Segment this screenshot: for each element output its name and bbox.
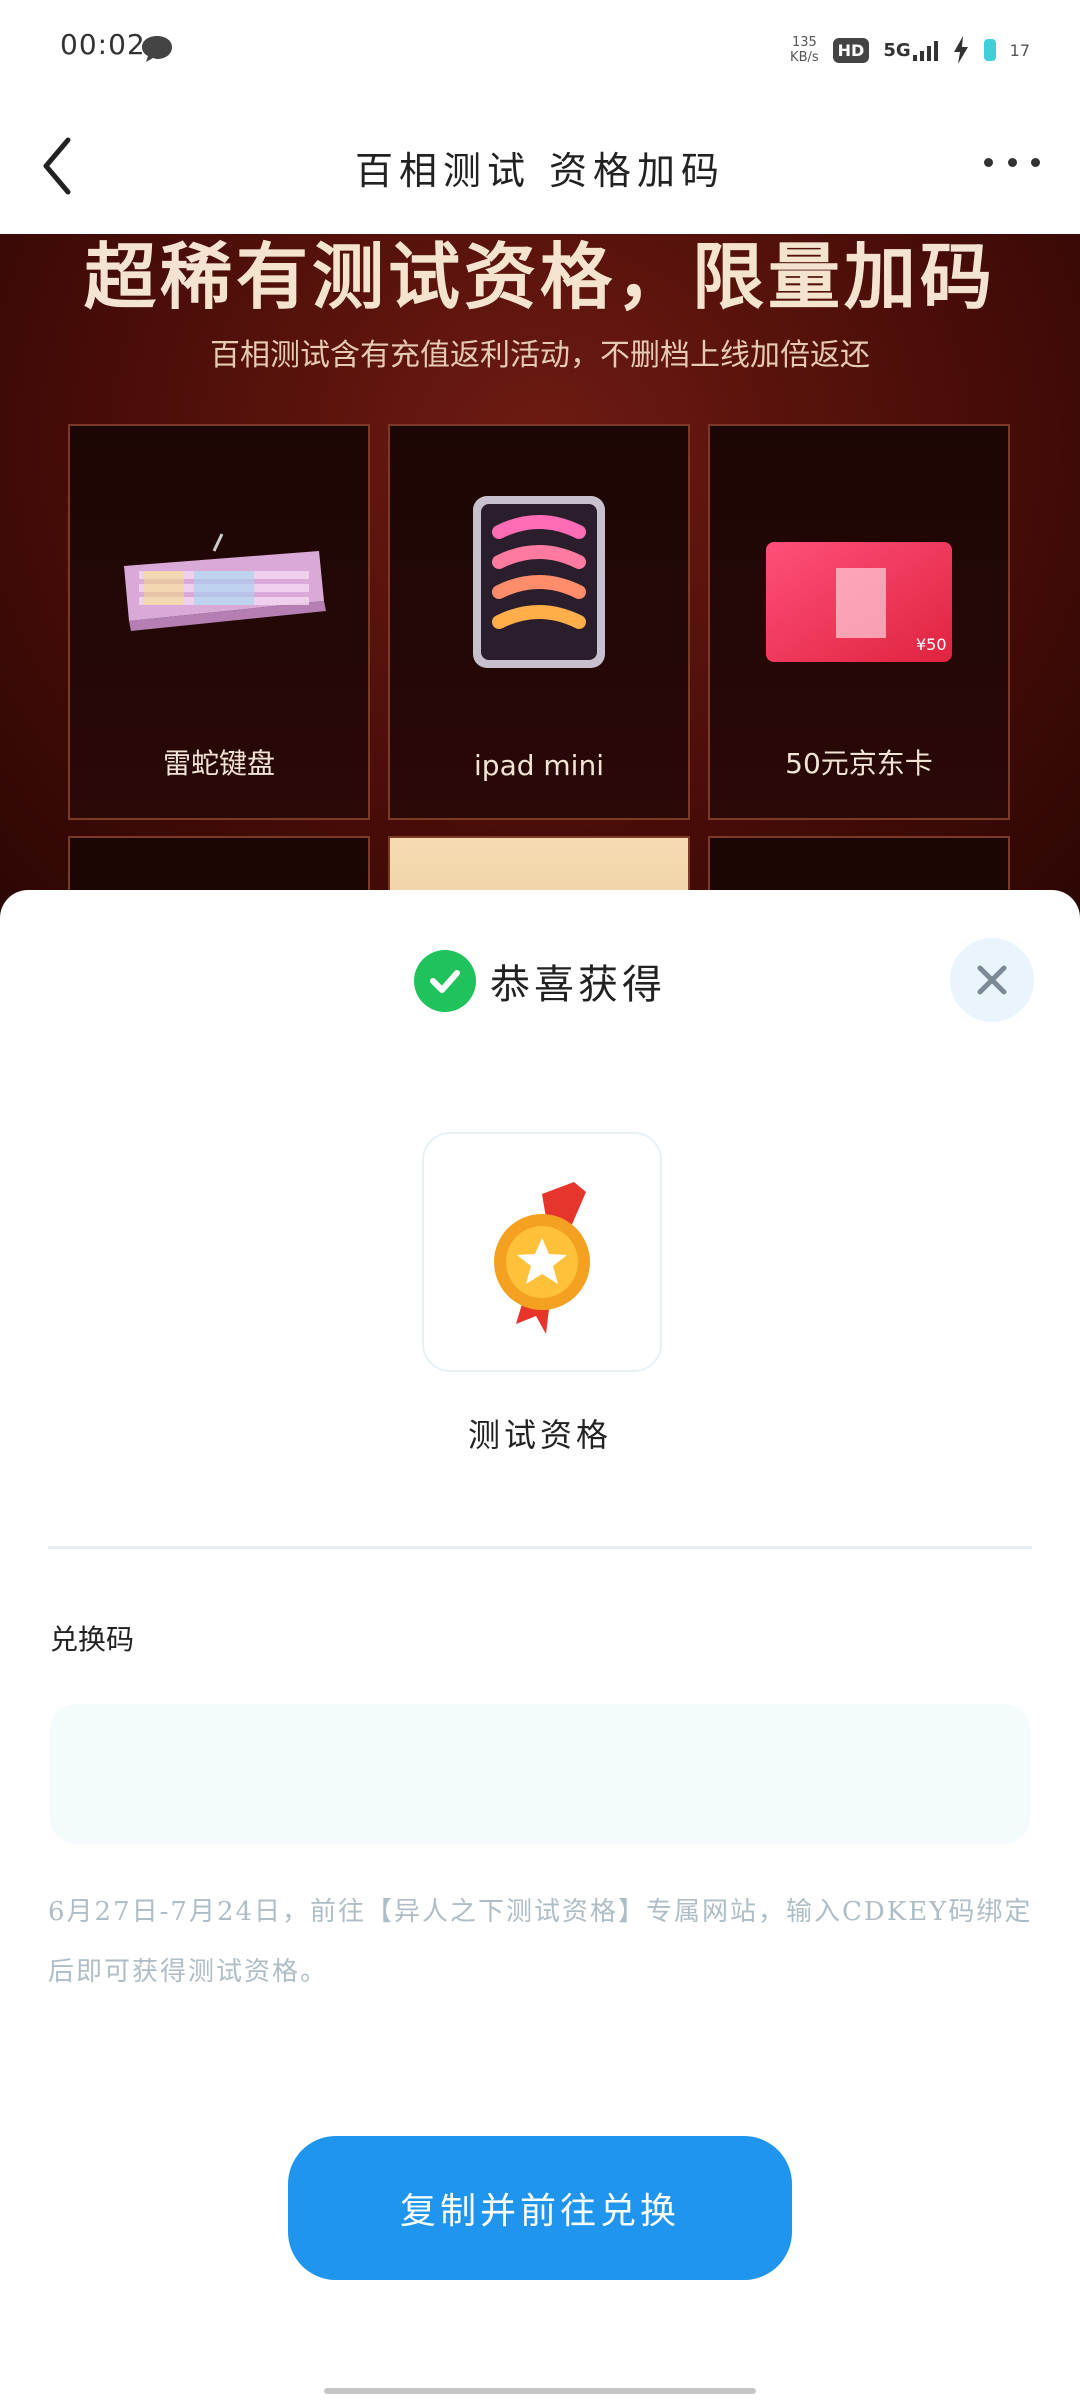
promo-banner: 超稀有测试资格，限量加码 百相测试含有充值返利活动，不删档上线加倍返还 雷蛇键盘 — [0, 234, 1080, 934]
prize-card-label: ipad mini — [474, 749, 604, 782]
network-speed: 135 KB/s — [790, 35, 819, 65]
close-icon — [977, 965, 1007, 995]
chat-notification-icon — [142, 36, 172, 62]
promo-headline: 超稀有测试资格，限量加码 — [83, 234, 996, 319]
medal-icon — [494, 1182, 590, 1334]
sheet-title: 恭喜获得 — [490, 962, 666, 1008]
prize-card-label: 雷蛇键盘 — [162, 747, 275, 780]
hd-icon: HD — [832, 37, 870, 63]
reward-sheet: 恭喜获得 测试资格 兑换码 6月27日-7月24日，前往【异人之下测试资格】专属… — [0, 890, 1080, 2400]
redeem-instructions: 6月27日-7月24日，前往【异人之下测试资格】专属网站，输入CDKEY码绑定后… — [48, 1897, 1033, 1987]
sheet-header: 恭喜获得 — [0, 950, 1080, 1012]
copy-and-redeem-button[interactable]: 复制并前往兑换 — [288, 2136, 792, 2280]
promo-subtitle: 百相测试含有充值返利活动，不删档上线加倍返还 — [210, 338, 870, 373]
home-indicator[interactable] — [324, 2388, 756, 2394]
app-header: 百相测试 资格加码 — [0, 100, 1080, 234]
charging-icon — [953, 36, 968, 64]
svg-text:¥50: ¥50 — [916, 635, 947, 654]
status-time: 00:02 — [60, 28, 146, 61]
battery-level: 17 — [1009, 40, 1030, 60]
status-icons: 135 KB/s HD 5G 17 — [790, 28, 1030, 72]
prize-card-ipad[interactable]: ipad mini — [388, 424, 690, 820]
ipad-icon — [473, 496, 605, 668]
prize-name: 测试资格 — [467, 1416, 612, 1454]
prize-card-jd[interactable]: ¥50 50元京东卡 — [708, 424, 1010, 820]
gift-card-icon: ¥50 — [766, 542, 952, 662]
prize-image — [422, 1132, 662, 1372]
close-button[interactable] — [950, 938, 1034, 1022]
status-bar: 00:02 135 KB/s HD 5G 17 — [0, 0, 1080, 100]
more-menu-icon[interactable] — [984, 158, 1040, 174]
prize-card-keyboard[interactable]: 雷蛇键盘 — [68, 424, 370, 820]
redeem-code-label: 兑换码 — [50, 1623, 135, 1656]
check-icon — [414, 950, 476, 1012]
divider — [48, 1546, 1032, 1549]
battery-icon — [983, 39, 996, 61]
prize-card-label: 50元京东卡 — [785, 747, 933, 780]
redeem-code-field[interactable] — [50, 1704, 1030, 1844]
keyboard-icon — [124, 533, 326, 631]
page-title: 百相测试 资格加码 — [354, 149, 726, 193]
signal-icon: 5G — [883, 39, 938, 61]
